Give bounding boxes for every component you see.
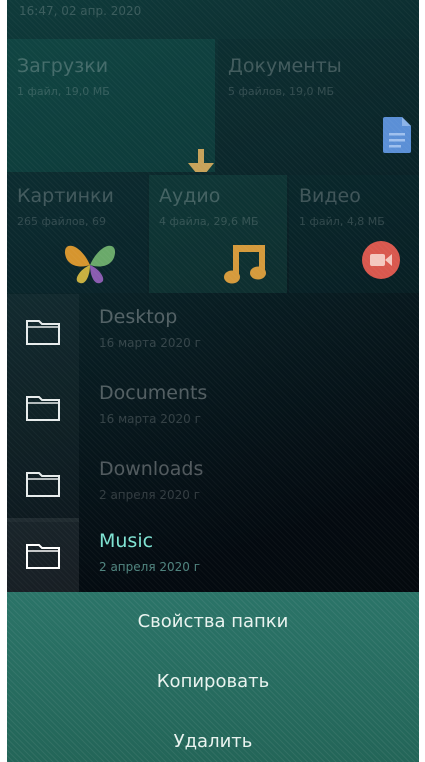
tile-title: Видео [299,185,361,207]
tile-subtitle: 1 файл, 19,0 МБ [17,85,110,98]
folder-date: 2 апреля 2020 г [99,488,201,502]
tile-title: Документы [228,55,342,77]
video-camera-icon [362,241,400,279]
tile-subtitle: 5 файлов, 19,0 МБ [228,85,335,98]
folder-name: Downloads [99,458,204,480]
tile-title: Картинки [17,185,114,207]
window-frame: 16:47, 02 апр. 2020 Загрузки 1 файл, 19,… [0,0,425,762]
document-icon [383,117,411,153]
folder-row-documents[interactable]: Documents 16 марта 2020 г [7,370,419,446]
status-time-date: 16:47, 02 апр. 2020 [19,4,142,18]
folder-row-downloads[interactable]: Downloads 2 апреля 2020 г [7,446,419,522]
screen: 16:47, 02 апр. 2020 Загрузки 1 файл, 19,… [7,0,419,762]
folder-row-music[interactable]: Music 2 апреля 2020 г [7,518,419,594]
menu-item-copy[interactable]: Копировать [7,671,419,692]
folder-name: Documents [99,382,208,404]
context-menu: Свойства папки Копировать Удалить [7,592,419,762]
tile-downloads[interactable]: Загрузки 1 файл, 19,0 МБ [7,39,215,172]
download-arrow-icon [188,149,214,172]
folder-icon [26,320,60,345]
folder-date: 16 марта 2020 г [99,336,201,350]
menu-item-delete[interactable]: Удалить [7,731,419,752]
folder-date: 2 апреля 2020 г [99,560,201,574]
folder-icon-box [7,294,79,370]
tile-title: Аудио [159,185,221,207]
tile-subtitle: 265 файлов, 69 [17,215,107,228]
folder-row-desktop[interactable]: Desktop 16 марта 2020 г [7,294,419,370]
tile-subtitle: 1 файл, 4,8 МБ [299,215,385,228]
folder-icon-box [7,370,79,446]
folder-date: 16 марта 2020 г [99,412,201,426]
tile-documents[interactable]: Документы 5 файлов, 19,0 МБ [218,39,419,172]
folder-icon-box [7,446,79,522]
tile-video[interactable]: Видео 1 файл, 4,8 МБ [289,175,419,293]
folder-icon [26,396,60,421]
folder-icon [26,544,60,569]
tile-audio[interactable]: Аудио 4 файла, 29,6 МБ [149,175,287,293]
tile-pictures[interactable]: Картинки 265 файлов, 69 [7,175,147,293]
butterfly-icon [64,245,116,284]
music-note-icon [224,245,266,284]
folder-icon-box [7,518,79,594]
folder-name: Desktop [99,306,178,328]
folder-icon [26,472,60,497]
tile-subtitle: 4 файла, 29,6 МБ [159,215,259,228]
folder-name: Music [99,530,154,552]
menu-item-folder-properties[interactable]: Свойства папки [7,611,419,632]
tile-title: Загрузки [17,55,109,77]
